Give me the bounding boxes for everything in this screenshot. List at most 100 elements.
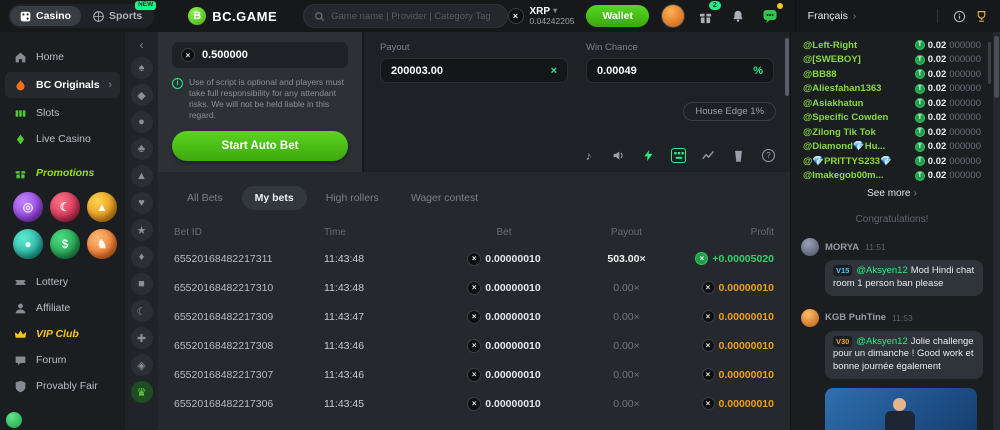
game-shortcut[interactable]: ☾ <box>131 300 153 322</box>
tip-user: @[SWEBOY] <box>803 54 861 65</box>
game-shortcut[interactable]: ♣ <box>131 138 153 160</box>
sidebar-item-lottery[interactable]: Lottery <box>0 269 125 295</box>
tip-row[interactable]: @[SWEBOY]T0.02000000 <box>803 53 981 68</box>
mention-link[interactable]: @Aksyen12 <box>856 265 907 276</box>
promo-icon-cheese[interactable]: ▲ <box>87 192 117 222</box>
divider <box>937 9 938 23</box>
bet-amount-input[interactable] <box>202 49 339 61</box>
game-shortcut-rail: ‹ ♠ ◆ ● ♣ ▲ ♥ ★ ♦ ■ ☾ ✚ ◈ ♛ <box>125 32 158 430</box>
table-row[interactable]: 65520168482217311 11:43:48 ×0.00000010 5… <box>174 244 774 273</box>
game-shortcut[interactable]: ♦ <box>131 246 153 268</box>
tip-row[interactable]: @Specific CowdenT0.02000000 <box>803 111 981 126</box>
payout-input[interactable] <box>391 65 551 77</box>
tip-amount-zeros: 000000 <box>949 127 981 138</box>
promo-icon-ball[interactable]: ● <box>13 229 43 259</box>
bet-amount-field[interactable]: × <box>172 42 348 68</box>
search-input[interactable] <box>331 11 496 22</box>
seed-cup-button[interactable] <box>731 148 746 163</box>
promo-icon-mascot[interactable]: ♞ <box>87 229 117 259</box>
tab-high-rollers[interactable]: High rollers <box>313 186 392 210</box>
turbo-button[interactable] <box>641 148 656 163</box>
game-shortcut[interactable]: ▲ <box>131 165 153 187</box>
sidebar-item-affiliate[interactable]: Affiliate <box>0 295 125 321</box>
bet-profit: 0.00000010 <box>719 311 774 323</box>
chat-scrollbar[interactable] <box>988 42 991 84</box>
game-shortcut[interactable]: ◈ <box>131 354 153 376</box>
game-shortcut[interactable]: ● <box>131 111 153 133</box>
tip-row[interactable]: @Left-RightT0.02000000 <box>803 38 981 53</box>
gift-button[interactable]: 2 <box>695 5 717 27</box>
bcgame-logo[interactable]: B BC.GAME <box>188 7 277 25</box>
chat-message[interactable]: KGB PuhTine 11:53 V30@Aksyen12Jolie chal… <box>801 309 983 379</box>
sports-tab[interactable]: Sports NEW <box>83 6 152 26</box>
wallet-button[interactable]: Wallet <box>586 5 649 27</box>
dice-icon <box>20 11 31 22</box>
promo-icon-moneybag[interactable]: $ <box>50 229 80 259</box>
sound-button[interactable] <box>611 148 626 163</box>
tip-row[interactable]: @AsiakhatunT0.02000000 <box>803 96 981 111</box>
promo-icon-moon[interactable]: ☾ <box>50 192 80 222</box>
game-shortcut[interactable]: ♠ <box>131 57 153 79</box>
table-row[interactable]: 65520168482217310 11:43:48 ×0.00000010 0… <box>174 273 774 302</box>
win-chance-input[interactable] <box>597 65 753 77</box>
game-shortcut[interactable]: ♥ <box>131 192 153 214</box>
bet-profit: 0.00000010 <box>719 282 774 294</box>
game-shortcut[interactable]: ◆ <box>131 84 153 106</box>
user-avatar[interactable] <box>661 4 685 28</box>
sidebar-item-live-casino[interactable]: Live Casino <box>0 126 125 152</box>
chat-image[interactable]: Let's screw ... up 🔥 <box>825 388 977 430</box>
sidebar-item-provably-fair[interactable]: Provably Fair <box>0 373 125 399</box>
sidebar-item-home[interactable]: Home <box>0 44 125 70</box>
chat-message[interactable]: MORYA 11:51 V15@Aksyen12Mod Hindi chat r… <box>801 238 983 296</box>
start-auto-bet-button[interactable]: Start Auto Bet <box>172 131 348 161</box>
top-bar: Casino Sports NEW B BC.GAME × XRP ▾ <box>0 0 1000 32</box>
balance-display[interactable]: × XRP ▾ 0.04242205 <box>508 6 575 26</box>
see-more-link[interactable]: See more› <box>791 188 993 199</box>
tab-wager-contest[interactable]: Wager contest <box>398 186 491 210</box>
sidebar-item-bc-originals[interactable]: BC Originals › <box>5 72 120 98</box>
win-chance-field[interactable]: % <box>586 58 774 83</box>
table-row[interactable]: 65520168482217309 11:43:47 ×0.00000010 0… <box>174 302 774 331</box>
hotkeys-button[interactable] <box>671 148 686 163</box>
tip-row[interactable]: @Imakegob00m...T0.02000000 <box>803 169 981 184</box>
tab-my-bets[interactable]: My bets <box>242 186 307 210</box>
percent-icon: % <box>753 65 763 77</box>
page-scrollbar[interactable] <box>993 32 1000 430</box>
main-scrollbar[interactable] <box>785 38 789 96</box>
tip-row[interactable]: @Aliesfahan1363T0.02000000 <box>803 82 981 97</box>
tip-row[interactable]: @Diamond💎Hu...T0.02000000 <box>803 140 981 155</box>
sidebar-item-slots[interactable]: Slots <box>0 100 125 126</box>
trends-button[interactable] <box>701 148 716 163</box>
promo-icon-wheel[interactable]: ◎ <box>13 192 43 222</box>
game-shortcut[interactable]: ♛ <box>131 381 153 403</box>
tip-row[interactable]: @Zilong Tik TokT0.02000000 <box>803 125 981 140</box>
win-chance-label: Win Chance <box>586 42 774 53</box>
info-button[interactable] <box>950 7 968 25</box>
payout-field[interactable]: × <box>380 58 568 83</box>
bell-button[interactable] <box>727 5 749 27</box>
tip-row[interactable]: @💎PRITTYS233💎T0.02000000 <box>803 154 981 169</box>
sidebar-item-vip-club[interactable]: VIP Club <box>0 321 125 347</box>
collapse-rail-icon[interactable]: ‹ <box>140 38 144 52</box>
chat-toggle-button[interactable] <box>759 5 781 27</box>
table-row[interactable]: 65520168482217306 11:43:45 ×0.00000010 0… <box>174 389 774 418</box>
table-row[interactable]: 65520168482217308 11:43:46 ×0.00000010 0… <box>174 331 774 360</box>
casino-tab[interactable]: Casino <box>10 6 81 26</box>
music-button[interactable]: ♪ <box>581 148 596 163</box>
help-button[interactable]: ? <box>761 148 776 163</box>
tip-row[interactable]: @BB88T0.02000000 <box>803 67 981 82</box>
table-row[interactable]: 65520168482217307 11:43:46 ×0.00000010 0… <box>174 360 774 389</box>
sidebar-item-promotions[interactable]: Promotions <box>0 160 125 186</box>
search-bar[interactable] <box>303 4 507 28</box>
language-selector[interactable]: Français › <box>808 10 857 22</box>
xrp-coin-icon: × <box>181 48 195 62</box>
mention-link[interactable]: @Aksyen12 <box>856 336 907 347</box>
game-shortcut[interactable]: ✚ <box>131 327 153 349</box>
trophy-button[interactable] <box>972 7 990 25</box>
tab-all-bets[interactable]: All Bets <box>174 186 236 210</box>
sidebar-item-forum[interactable]: Forum <box>0 347 125 373</box>
support-chat-button[interactable] <box>6 412 22 428</box>
game-toolbar: ♪ ? <box>581 148 776 163</box>
game-shortcut[interactable]: ■ <box>131 273 153 295</box>
game-shortcut[interactable]: ★ <box>131 219 153 241</box>
